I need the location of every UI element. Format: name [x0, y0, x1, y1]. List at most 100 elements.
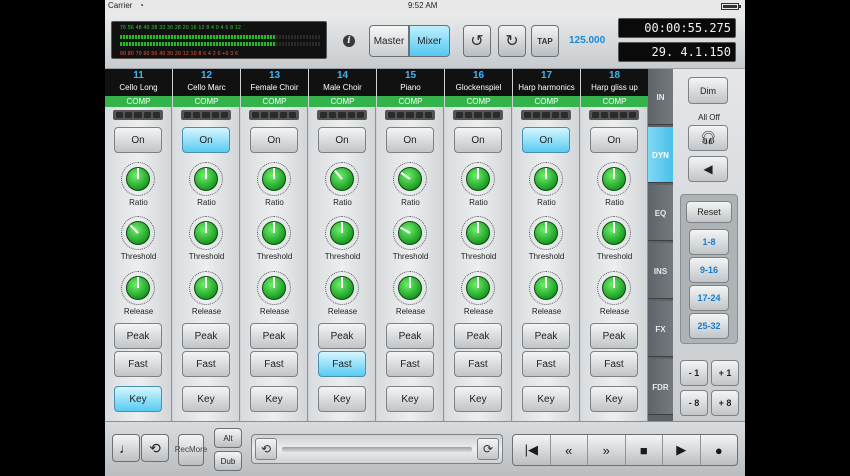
comp-on-button[interactable]: On — [522, 127, 570, 153]
channel-header[interactable]: 16 Glockenspiel — [445, 69, 512, 96]
comp-on-button[interactable]: On — [182, 127, 230, 153]
ratio-knob[interactable] — [121, 162, 155, 196]
mixer-button[interactable]: Mixer — [409, 25, 450, 57]
undo-button[interactable]: ↺ — [463, 25, 491, 57]
fast-button[interactable]: Fast — [182, 351, 230, 377]
release-knob[interactable] — [257, 271, 291, 305]
speaker-button[interactable]: ◀︎ — [688, 156, 728, 182]
ratio-knob[interactable] — [461, 162, 495, 196]
threshold-knob[interactable] — [597, 216, 631, 250]
bank-17-24-button[interactable]: 17-24 — [689, 285, 729, 311]
fast-button[interactable]: Fast — [318, 351, 366, 377]
cycle-button[interactable]: ⟲ — [141, 434, 169, 462]
key-button[interactable]: Key — [522, 386, 570, 412]
threshold-knob[interactable] — [121, 216, 155, 250]
scrub-track[interactable] — [282, 447, 472, 452]
fast-button[interactable]: Fast — [386, 351, 434, 377]
fast-button[interactable]: Fast — [522, 351, 570, 377]
comp-on-button[interactable]: On — [454, 127, 502, 153]
channel-header[interactable]: 12 Cello Marc — [173, 69, 240, 96]
master-button[interactable]: Master — [369, 25, 409, 57]
tab-dyn[interactable]: DYN — [648, 127, 673, 183]
ratio-knob[interactable] — [257, 162, 291, 196]
stop-button[interactable]: ■ — [626, 435, 663, 465]
threshold-knob[interactable] — [461, 216, 495, 250]
go-to-start-button[interactable]: |◀ — [513, 435, 551, 465]
tab-fdr[interactable]: FDR — [648, 359, 673, 415]
headphones-button[interactable]: 🎧︎ — [688, 125, 728, 151]
tap-button[interactable]: TAP — [531, 25, 559, 57]
comp-on-button[interactable]: On — [250, 127, 298, 153]
ratio-knob[interactable] — [529, 162, 563, 196]
channel-header[interactable]: 13 Female Choir — [241, 69, 308, 96]
key-button[interactable]: Key — [250, 386, 298, 412]
key-button[interactable]: Key — [386, 386, 434, 412]
comp-on-button[interactable]: On — [318, 127, 366, 153]
peak-button[interactable]: Peak — [590, 323, 638, 349]
key-button[interactable]: Key — [182, 386, 230, 412]
peak-button[interactable]: Peak — [182, 323, 230, 349]
tab-in[interactable]: IN — [648, 69, 673, 125]
fast-button[interactable]: Fast — [250, 351, 298, 377]
info-icon[interactable]: i — [343, 35, 355, 47]
comp-on-button[interactable]: On — [386, 127, 434, 153]
release-knob[interactable] — [325, 271, 359, 305]
fast-button[interactable]: Fast — [590, 351, 638, 377]
tempo-display[interactable]: 125.000 — [569, 35, 605, 46]
channel-header[interactable]: 17 Harp harmonics — [513, 69, 580, 96]
threshold-knob[interactable] — [529, 216, 563, 250]
metronome-button[interactable]: ♩ — [112, 434, 140, 462]
tab-eq[interactable]: EQ — [648, 185, 673, 241]
peak-button[interactable]: Peak — [386, 323, 434, 349]
fast-button[interactable]: Fast — [454, 351, 502, 377]
comp-on-button[interactable]: On — [114, 127, 162, 153]
redo-button[interactable]: ↻ — [498, 25, 526, 57]
release-knob[interactable] — [529, 271, 563, 305]
threshold-knob[interactable] — [257, 216, 291, 250]
release-knob[interactable] — [121, 271, 155, 305]
threshold-knob[interactable] — [393, 216, 427, 250]
peak-button[interactable]: Peak — [318, 323, 366, 349]
peak-button[interactable]: Peak — [114, 323, 162, 349]
channel-header[interactable]: 15 Piano — [377, 69, 444, 96]
channel-header[interactable]: 14 Male Choir — [309, 69, 376, 96]
rec-more-button[interactable]: Rec More — [175, 434, 207, 466]
release-knob[interactable] — [393, 271, 427, 305]
dim-button[interactable]: Dim — [688, 77, 728, 104]
bank-25-32-button[interactable]: 25-32 — [689, 313, 729, 339]
peak-button[interactable]: Peak — [522, 323, 570, 349]
key-button[interactable]: Key — [114, 386, 162, 412]
channel-header[interactable]: 11 Cello Long — [105, 69, 172, 96]
tab-ins[interactable]: INS — [648, 243, 673, 299]
fast-button[interactable]: Fast — [114, 351, 162, 377]
scrub-left-handle[interactable]: ⟲ — [255, 438, 277, 460]
ratio-knob[interactable] — [393, 162, 427, 196]
ratio-knob[interactable] — [189, 162, 223, 196]
threshold-knob[interactable] — [189, 216, 223, 250]
key-button[interactable]: Key — [318, 386, 366, 412]
minus-8-button[interactable]: - 8 — [680, 390, 708, 416]
plus-1-button[interactable]: + 1 — [711, 360, 739, 386]
comp-on-button[interactable]: On — [590, 127, 638, 153]
rewind-button[interactable]: « — [551, 435, 588, 465]
play-button[interactable]: ▶ — [663, 435, 701, 465]
reset-button[interactable]: Reset — [686, 201, 732, 223]
channel-header[interactable]: 18 Harp gliss up — [581, 69, 648, 96]
release-knob[interactable] — [189, 271, 223, 305]
ratio-knob[interactable] — [325, 162, 359, 196]
alt-button[interactable]: Alt — [214, 428, 242, 448]
release-knob[interactable] — [461, 271, 495, 305]
minus-1-button[interactable]: - 1 — [680, 360, 708, 386]
release-knob[interactable] — [597, 271, 631, 305]
plus-8-button[interactable]: + 8 — [711, 390, 739, 416]
key-button[interactable]: Key — [590, 386, 638, 412]
bank-9-16-button[interactable]: 9-16 — [689, 257, 729, 283]
ratio-knob[interactable] — [597, 162, 631, 196]
scrub-bar[interactable]: ⟲ ⟳ — [251, 434, 503, 464]
peak-button[interactable]: Peak — [454, 323, 502, 349]
tab-fx[interactable]: FX — [648, 301, 673, 357]
scrub-right-handle[interactable]: ⟳ — [477, 438, 499, 460]
fast-forward-button[interactable]: » — [588, 435, 626, 465]
record-button[interactable]: ● — [701, 435, 738, 465]
key-button[interactable]: Key — [454, 386, 502, 412]
